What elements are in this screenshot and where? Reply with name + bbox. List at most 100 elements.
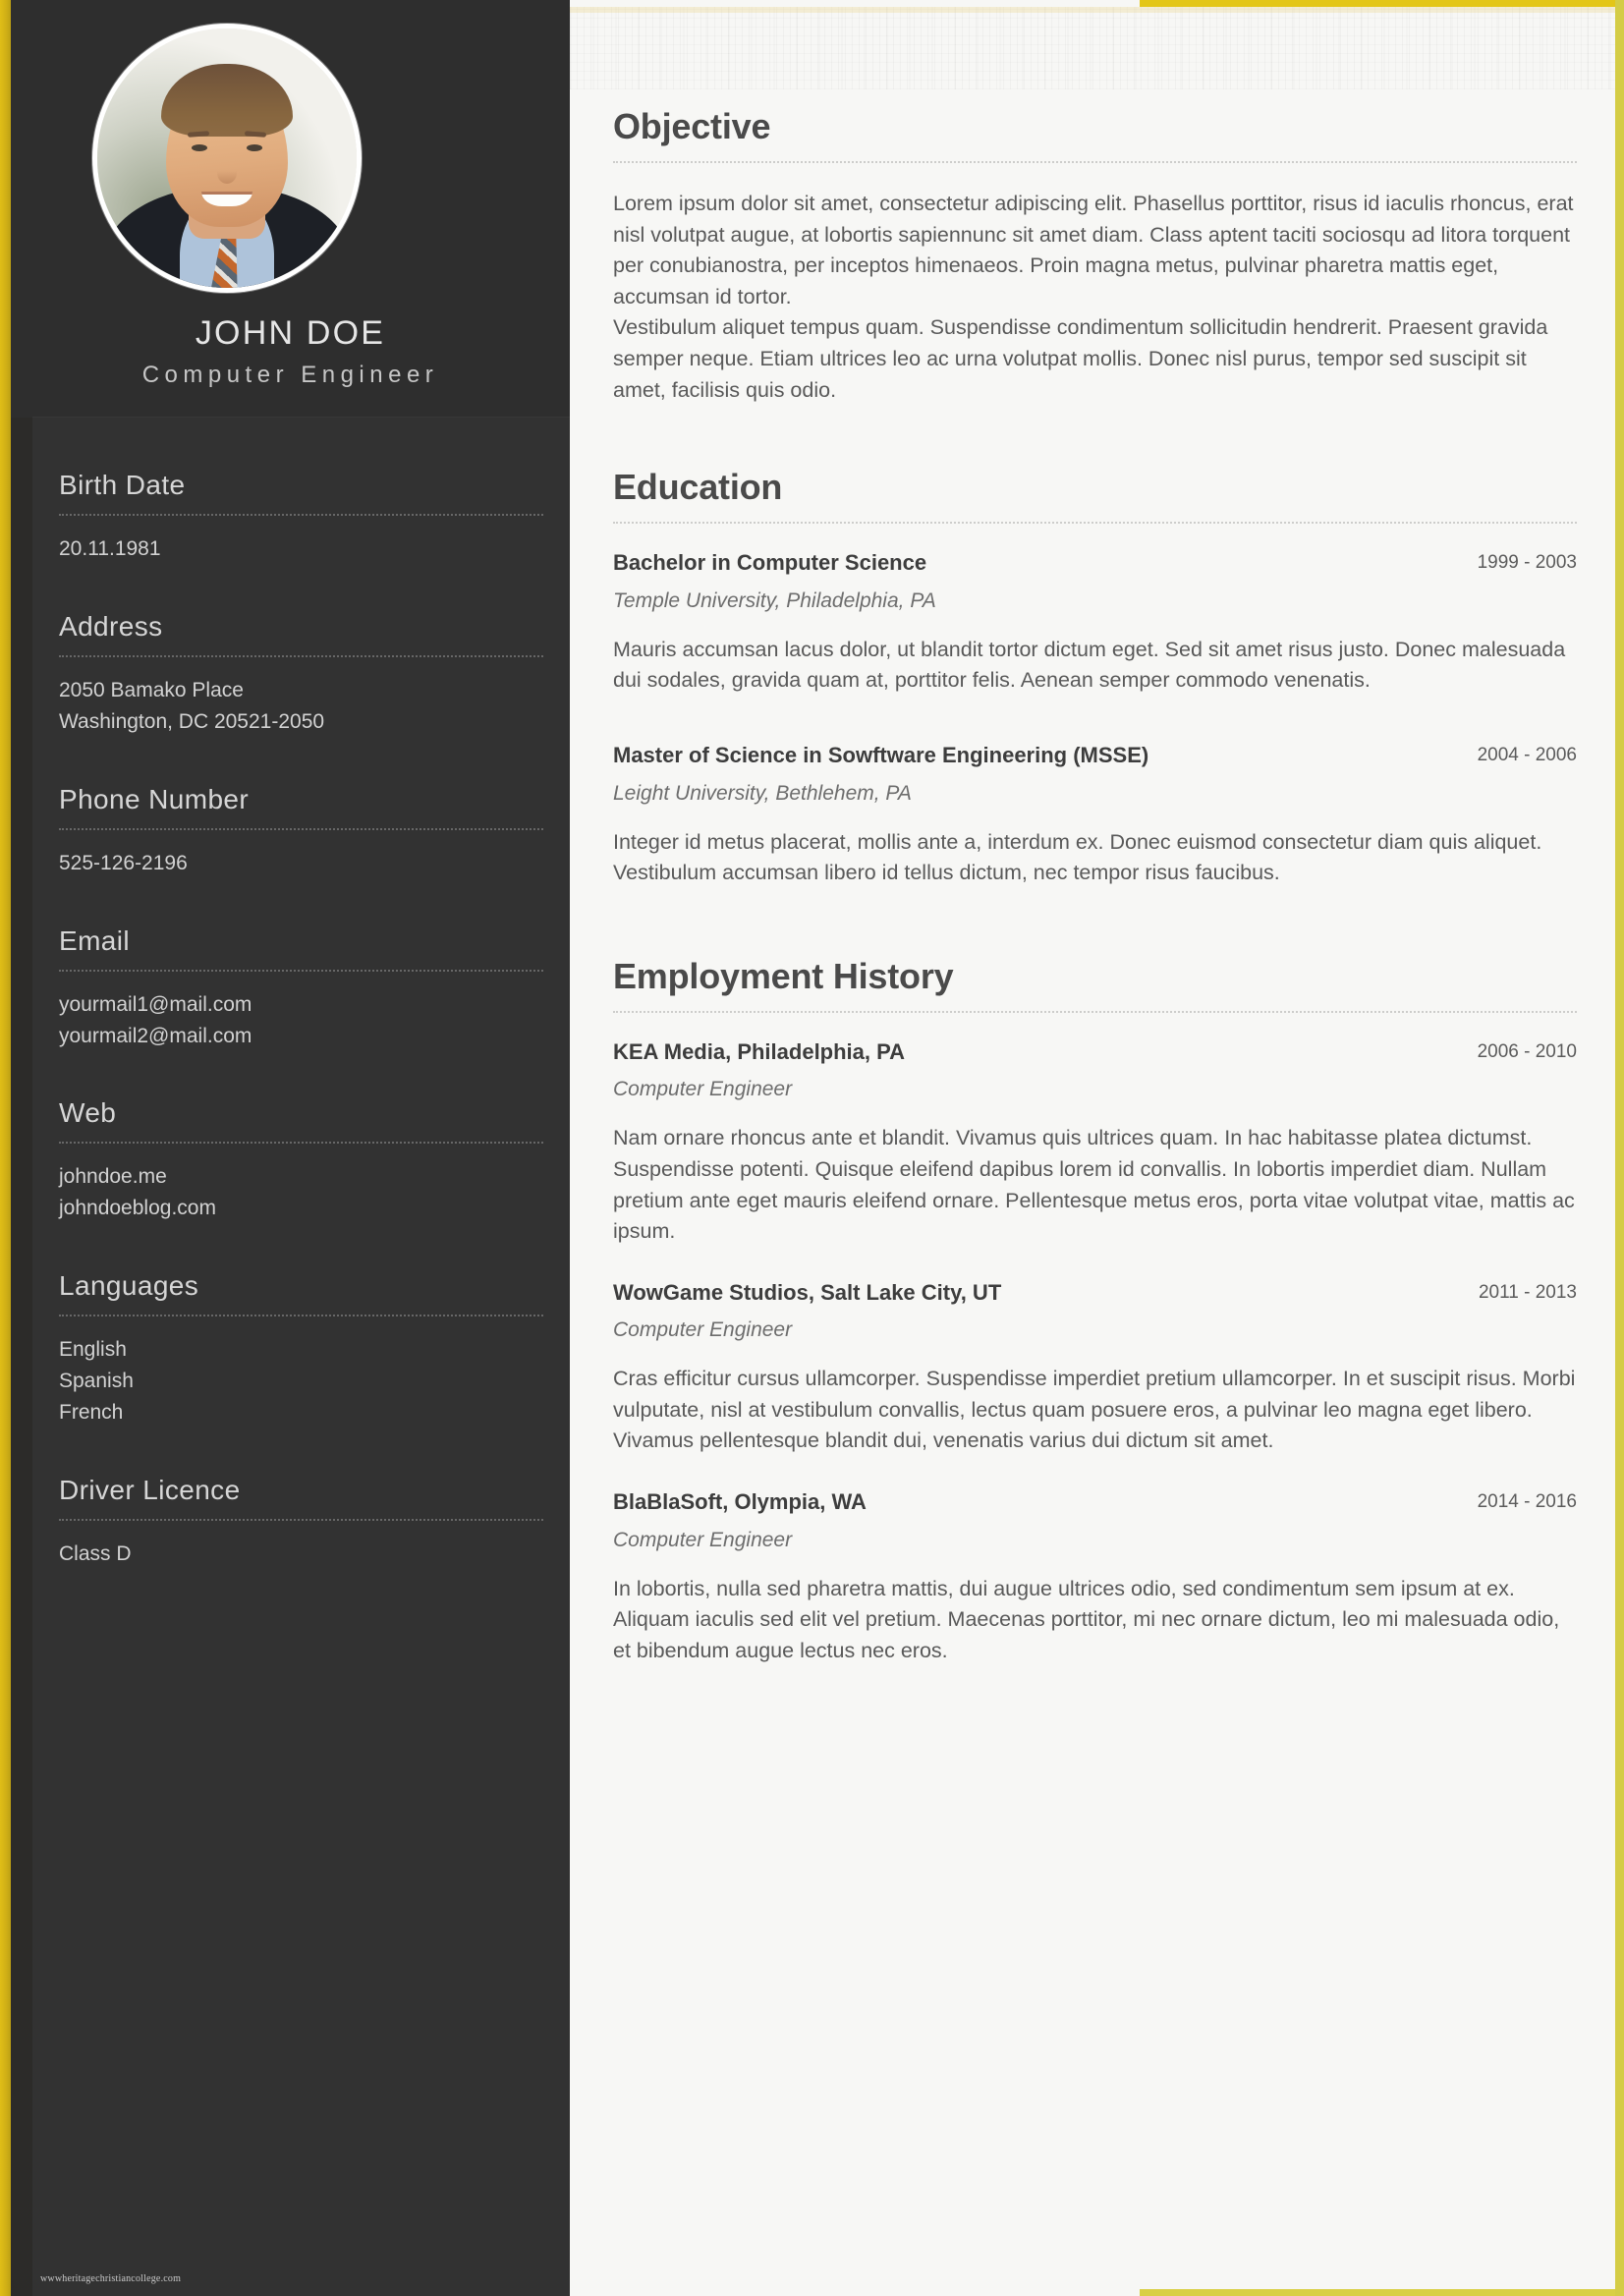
sidebar-label-address: Address bbox=[59, 610, 163, 642]
profile-photo bbox=[97, 28, 357, 288]
sidebar-value-address: 2050 Bamako Place Washington, DC 20521-2… bbox=[59, 675, 543, 738]
sidebar-sections: Birth Date 20.11.1981 Address 2050 Bamak… bbox=[11, 470, 570, 1570]
education-degree: Bachelor in Computer Science bbox=[613, 550, 927, 576]
avatar bbox=[92, 24, 362, 293]
employer-name: KEA Media, Philadelphia, PA bbox=[613, 1038, 906, 1064]
section-education: Education Bachelor in Computer Science 1… bbox=[613, 467, 1577, 889]
main-content: Objective Lorem ipsum dolor sit amet, co… bbox=[570, 0, 1624, 2296]
objective-paragraph-2: Vestibulum aliquet tempus quam. Suspendi… bbox=[613, 315, 1548, 402]
sidebar: JOHN DOE Computer Engineer Birth Date 20… bbox=[11, 0, 570, 2296]
sidebar-section-web: Web johndoe.me johndoeblog.com bbox=[59, 1097, 543, 1224]
entry-header: KEA Media, Philadelphia, PA 2006 - 2010 bbox=[613, 1038, 1577, 1067]
employment-entry: KEA Media, Philadelphia, PA 2006 - 2010 … bbox=[613, 1038, 1577, 1248]
sidebar-value-line: 2050 Bamako Place bbox=[59, 678, 244, 701]
sidebar-label-languages: Languages bbox=[59, 1270, 199, 1302]
employment-entry: WowGame Studios, Salt Lake City, UT 2011… bbox=[613, 1279, 1577, 1457]
sidebar-value-languages: English Spanish French bbox=[59, 1334, 543, 1428]
section-title-employment-history: Employment History bbox=[613, 955, 954, 996]
section-objective: Objective Lorem ipsum dolor sit amet, co… bbox=[613, 106, 1577, 406]
sidebar-value-line[interactable]: johndoe.me bbox=[59, 1161, 543, 1193]
education-entry: Master of Science in Sowftware Engineeri… bbox=[613, 742, 1577, 889]
divider bbox=[59, 514, 543, 516]
sidebar-label-web: Web bbox=[59, 1097, 117, 1129]
watermark: wwwheritagechristiancollege.com bbox=[40, 2273, 182, 2284]
right-accent-rail bbox=[1615, 0, 1624, 2296]
education-institution: Temple University, Philadelphia, PA bbox=[613, 588, 936, 612]
sidebar-label-phone-number: Phone Number bbox=[59, 783, 250, 814]
objective-paragraph-1: Lorem ipsum dolor sit amet, consectetur … bbox=[613, 192, 1574, 308]
employment-dates: 2014 - 2016 bbox=[1477, 1491, 1577, 1513]
sidebar-value-line[interactable]: johndoeblog.com bbox=[59, 1193, 543, 1224]
sidebar-label-driver-licence: Driver Licence bbox=[59, 1474, 241, 1505]
sidebar-value-line: Class D bbox=[59, 1541, 132, 1565]
sidebar-value-email: yourmail1@mail.com yourmail2@mail.com bbox=[59, 989, 543, 1052]
job-position: Computer Engineer bbox=[613, 1528, 793, 1551]
employer-name: BlaBlaSoft, Olympia, WA bbox=[613, 1489, 867, 1515]
entry-header: Master of Science in Sowftware Engineeri… bbox=[613, 742, 1577, 770]
sidebar-value-phone-number: 525-126-2196 bbox=[59, 848, 543, 879]
employment-description: Cras efficitur cursus ullamcorper. Suspe… bbox=[613, 1367, 1576, 1453]
resume-page: JOHN DOE Computer Engineer Birth Date 20… bbox=[0, 0, 1624, 2296]
candidate-role: Computer Engineer bbox=[141, 362, 439, 388]
sidebar-value-driver-licence: Class D bbox=[59, 1539, 543, 1570]
employment-description: Nam ornare rhoncus ante et blandit. Viva… bbox=[613, 1126, 1575, 1244]
entry-header: BlaBlaSoft, Olympia, WA 2014 - 2016 bbox=[613, 1488, 1577, 1517]
employment-dates: 2011 - 2013 bbox=[1478, 1281, 1577, 1303]
education-institution: Leight University, Bethlehem, PA bbox=[613, 781, 912, 805]
job-position: Computer Engineer bbox=[613, 1078, 793, 1101]
candidate-name: JOHN DOE bbox=[195, 314, 386, 352]
sidebar-value-line: Washington, DC 20521-2050 bbox=[59, 709, 325, 733]
education-description: Integer id metus placerat, mollis ante a… bbox=[613, 829, 1542, 885]
top-accent-rail bbox=[1140, 0, 1624, 7]
objective-body: Lorem ipsum dolor sit amet, consectetur … bbox=[613, 189, 1577, 406]
sidebar-header: JOHN DOE Computer Engineer bbox=[11, 0, 570, 418]
sidebar-section-phone-number: Phone Number 525-126-2196 bbox=[59, 784, 543, 879]
section-title-education: Education bbox=[613, 467, 783, 508]
divider bbox=[613, 522, 1577, 525]
sidebar-section-birth-date: Birth Date 20.11.1981 bbox=[59, 470, 543, 565]
employment-dates: 2006 - 2010 bbox=[1477, 1040, 1577, 1062]
section-title-objective: Objective bbox=[613, 106, 771, 146]
divider bbox=[59, 969, 543, 972]
photo-eye-left bbox=[192, 144, 207, 151]
sidebar-section-driver-licence: Driver Licence Class D bbox=[59, 1475, 543, 1570]
photo-nose bbox=[217, 162, 237, 184]
employer-name: WowGame Studios, Salt Lake City, UT bbox=[613, 1279, 1002, 1305]
divider bbox=[59, 1315, 543, 1317]
divider bbox=[59, 654, 543, 657]
sidebar-value-line: English bbox=[59, 1338, 127, 1362]
education-dates: 1999 - 2003 bbox=[1477, 552, 1577, 574]
divider bbox=[59, 827, 543, 830]
education-dates: 2004 - 2006 bbox=[1477, 744, 1577, 765]
sidebar-value-web: johndoe.me johndoeblog.com bbox=[59, 1161, 543, 1224]
employment-entry: BlaBlaSoft, Olympia, WA 2014 - 2016 Comp… bbox=[613, 1488, 1577, 1666]
sidebar-value-line[interactable]: yourmail1@mail.com bbox=[59, 989, 543, 1021]
education-entry: Bachelor in Computer Science 1999 - 2003… bbox=[613, 549, 1577, 697]
left-accent-rail bbox=[0, 0, 11, 2296]
divider bbox=[59, 1518, 543, 1521]
employment-description: In lobortis, nulla sed pharetra mattis, … bbox=[613, 1576, 1560, 1662]
sidebar-label-birth-date: Birth Date bbox=[59, 470, 186, 500]
job-position: Computer Engineer bbox=[613, 1318, 793, 1342]
education-degree: Master of Science in Sowftware Engineeri… bbox=[613, 742, 1149, 767]
sidebar-value-line: French bbox=[59, 1401, 124, 1425]
sidebar-section-address: Address 2050 Bamako Place Washington, DC… bbox=[59, 611, 543, 738]
entry-header: Bachelor in Computer Science 1999 - 2003 bbox=[613, 549, 1577, 578]
section-employment-history: Employment History KEA Media, Philadelph… bbox=[613, 956, 1577, 1667]
bottom-accent-rail bbox=[1140, 2289, 1624, 2296]
sidebar-section-languages: Languages English Spanish French bbox=[59, 1270, 543, 1428]
divider bbox=[613, 1010, 1577, 1013]
sidebar-section-email: Email yourmail1@mail.com yourmail2@mail.… bbox=[59, 925, 543, 1052]
entry-header: WowGame Studios, Salt Lake City, UT 2011… bbox=[613, 1279, 1577, 1308]
divider bbox=[59, 1142, 543, 1145]
sidebar-value-line: 20.11.1981 bbox=[59, 537, 161, 560]
sidebar-value-birth-date: 20.11.1981 bbox=[59, 533, 543, 565]
sidebar-value-line[interactable]: yourmail2@mail.com bbox=[59, 1021, 543, 1052]
sidebar-value-line: Spanish bbox=[59, 1370, 134, 1393]
sidebar-value-line: 525-126-2196 bbox=[59, 851, 188, 874]
